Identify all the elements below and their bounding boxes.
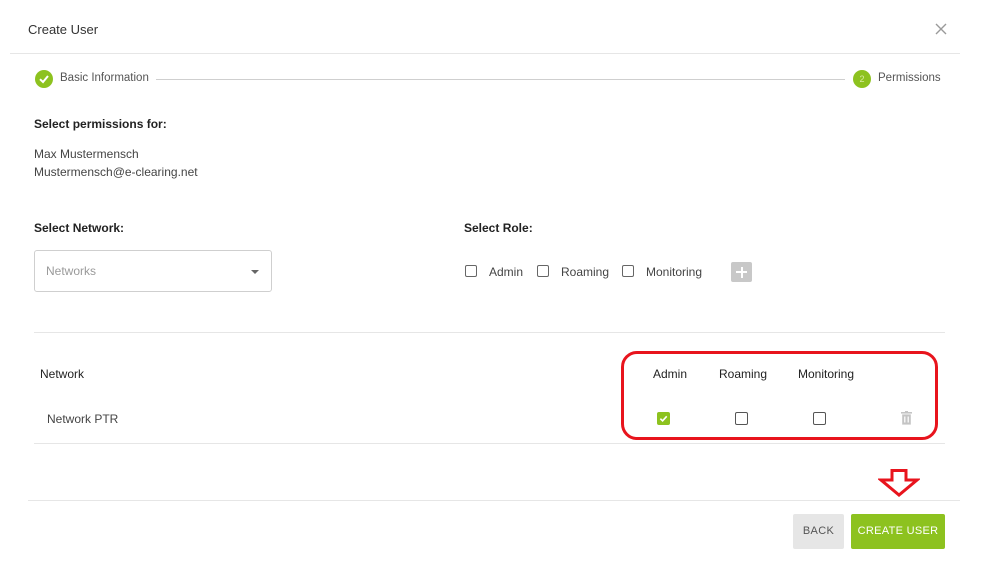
select-role-label: Select Role: (464, 221, 533, 235)
table-header-network: Network (40, 367, 85, 381)
add-role-button[interactable] (731, 262, 752, 282)
step-number: 2 (859, 74, 865, 84)
close-icon[interactable] (932, 20, 950, 38)
select-network-label: Select Network: (34, 221, 125, 235)
dialog-title: Create User (28, 22, 99, 37)
header-divider (10, 53, 960, 54)
permissions-heading: Select permissions for: (34, 117, 167, 131)
network-select-placeholder: Networks (46, 264, 97, 278)
back-button[interactable]: BACK (793, 514, 844, 549)
section-divider (34, 332, 945, 333)
chevron-down-icon (251, 270, 259, 274)
annotation-arrow-down-icon (876, 469, 922, 502)
table-row-network-name: Network PTR (47, 412, 119, 426)
stepper-connector (156, 79, 845, 80)
role-roaming-label: Roaming (561, 265, 610, 279)
annotation-highlight-box (621, 351, 938, 440)
network-select[interactable]: Networks (34, 250, 272, 292)
role-monitoring-label: Monitoring (646, 265, 703, 279)
user-email: Mustermensch@e-clearing.net (34, 165, 198, 179)
role-admin-label: Admin (489, 265, 524, 279)
user-name: Max Mustermensch (34, 147, 139, 161)
create-user-button[interactable]: CREATE USER (851, 514, 945, 549)
footer-divider (28, 500, 960, 501)
row-divider (34, 443, 945, 444)
role-monitoring-checkbox[interactable] (622, 265, 634, 277)
role-admin-checkbox[interactable] (465, 265, 477, 277)
role-roaming-checkbox[interactable] (537, 265, 549, 277)
step-permissions: Permissions (878, 72, 941, 84)
step-permissions-indicator: 2 (853, 70, 871, 88)
step-basic-information: Basic Information (60, 72, 149, 84)
step-complete-icon (35, 70, 53, 88)
